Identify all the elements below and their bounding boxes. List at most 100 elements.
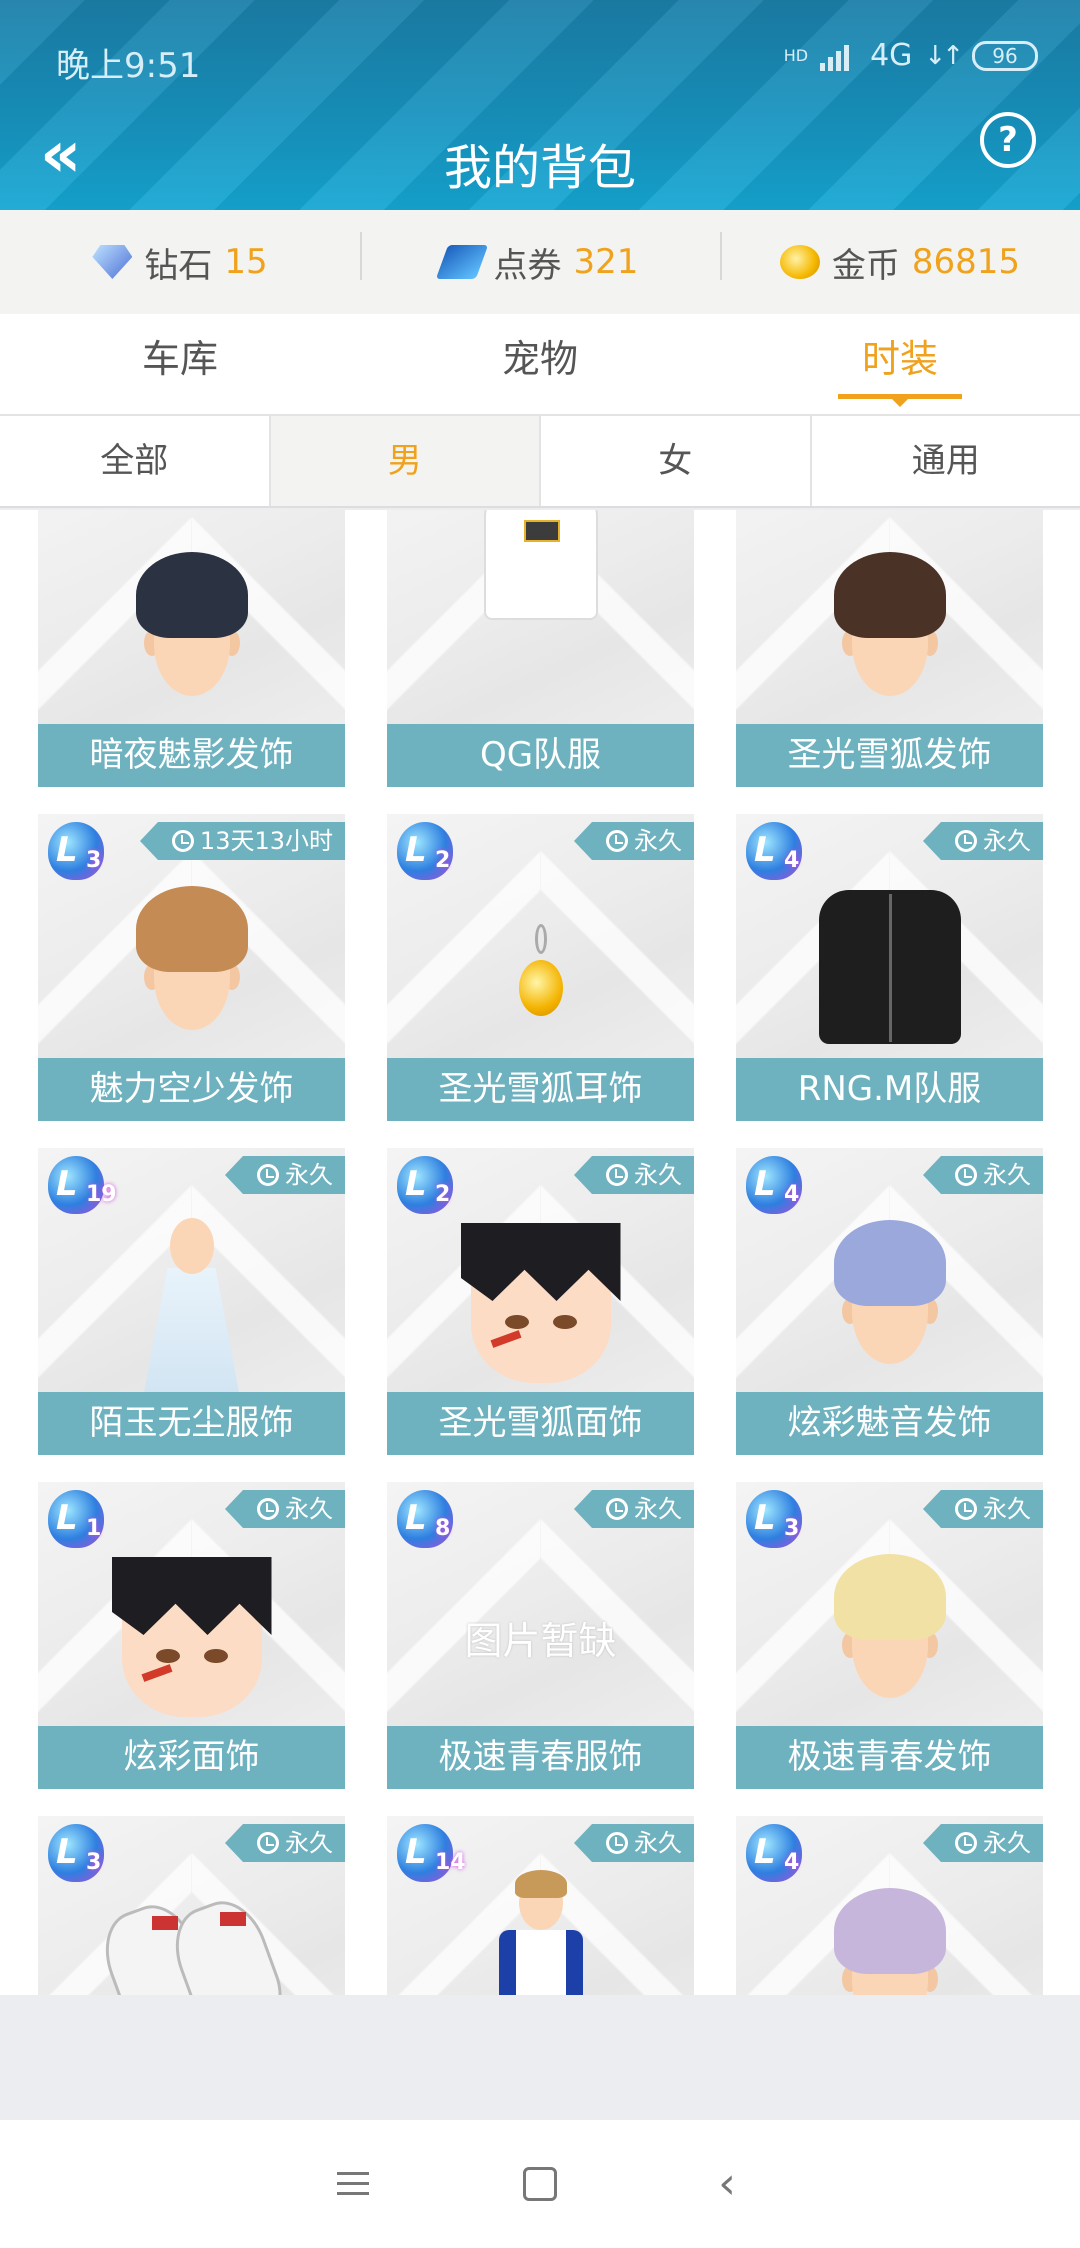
item-card[interactable]: 图片暂缺 L 8 永久 极速青春服饰: [387, 1482, 694, 1789]
item-card[interactable]: L 4 永久 炫彩魅音发饰: [736, 1148, 1043, 1455]
level-number: 1: [86, 1516, 102, 1541]
level-badge-icon: L8: [391, 1488, 469, 1550]
racer-outfit-image: [481, 1870, 601, 1995]
duration-tag: 永久: [923, 1490, 1043, 1528]
status-time: 晚上9:51: [56, 46, 201, 86]
level-badge-icon: L2: [391, 820, 469, 882]
currency-bar: 钻石 15 点券 321 金币 86815: [0, 210, 1080, 314]
item-card[interactable]: L 2 永久 圣光雪狐耳饰: [387, 814, 694, 1121]
item-card[interactable]: QG队服: [387, 510, 694, 787]
clock-icon: [171, 830, 194, 852]
duration-text: 永久: [983, 827, 1031, 855]
item-name: 圣光雪狐面饰: [387, 1392, 694, 1455]
subtab-universal[interactable]: 通用: [812, 416, 1080, 506]
clock-icon: [606, 1832, 628, 1854]
duration-tag: 永久: [923, 1156, 1043, 1194]
item-grid-viewport[interactable]: 暗夜魅影发饰 QG队服 圣光雪狐发饰 L 3 13天13小时 魅力空少发饰 L 2 永久 …: [0, 510, 1080, 1995]
duration-text: 永久: [634, 1161, 682, 1189]
currency-ticket: 点券 321: [360, 231, 720, 287]
duration-tag: 永久: [225, 1490, 345, 1528]
level-badge-icon: L2: [391, 1154, 469, 1216]
level-badge-icon: L3: [42, 1822, 120, 1884]
subtab-female[interactable]: 女: [541, 416, 812, 506]
level-badge-icon: L4: [740, 1822, 818, 1884]
currency-label: 钻石: [144, 245, 213, 286]
currency-value: 321: [573, 242, 639, 282]
duration-text: 永久: [285, 1161, 333, 1189]
network-label: 4G: [870, 38, 913, 73]
currency-label: 金币: [831, 245, 900, 286]
image-placeholder: 图片暂缺: [464, 1619, 617, 1663]
duration-tag: 永久: [574, 1824, 694, 1862]
item-card[interactable]: 暗夜魅影发饰: [38, 510, 345, 787]
item-card[interactable]: L 2 永久 圣光雪狐面饰: [387, 1148, 694, 1455]
clock-icon: [257, 1164, 279, 1186]
item-name: 炫彩魅音发饰: [736, 1392, 1043, 1455]
menu-icon[interactable]: [333, 2164, 373, 2204]
duration-tag: 永久: [574, 1490, 694, 1528]
tab-fashion[interactable]: 时装: [720, 314, 1080, 414]
item-card[interactable]: L 4 永久: [736, 1816, 1043, 1995]
earring-item-image: [511, 924, 571, 1034]
clock-icon: [955, 1164, 977, 1186]
face-item-image: [111, 1557, 272, 1717]
face-item-image: [460, 1223, 621, 1383]
currency-label: 点券: [493, 245, 562, 286]
level-number: 3: [86, 1850, 102, 1875]
level-number: 4: [784, 848, 800, 873]
jacket-item-image: [805, 884, 975, 1044]
active-tab-indicator: [838, 394, 962, 404]
system-nav-bar: ‹: [0, 2120, 1080, 2248]
level-number: 8: [435, 1516, 451, 1541]
duration-tag: 永久: [574, 822, 694, 860]
clock-icon: [257, 1498, 279, 1520]
status-icons: HD 4G ↓↑ 96: [784, 38, 1038, 73]
page-title: 我的背包: [443, 140, 636, 196]
level-badge-icon: L4: [740, 1154, 818, 1216]
coin-icon: [779, 245, 820, 279]
tab-fashion-label: 时装: [861, 337, 938, 381]
diamond-icon: [92, 245, 133, 279]
item-card[interactable]: L 1 永久 炫彩面饰: [38, 1482, 345, 1789]
duration-text: 永久: [634, 1495, 682, 1523]
item-card[interactable]: 圣光雪狐发饰: [736, 510, 1043, 787]
duration-tag: 13天13小时: [139, 822, 345, 860]
item-name: 极速青春发饰: [736, 1726, 1043, 1789]
currency-coin: 金币 86815: [720, 231, 1080, 287]
item-card[interactable]: L 14 永久: [387, 1816, 694, 1995]
item-card[interactable]: L 19 永久 陌玉无尘服饰: [38, 1148, 345, 1455]
clock-icon: [955, 830, 977, 852]
item-name: 极速青春服饰: [387, 1726, 694, 1789]
clock-icon: [606, 1164, 628, 1186]
level-badge-icon: L 14: [391, 1822, 469, 1884]
tab-garage[interactable]: 车库: [0, 314, 360, 414]
hair-item-image: [820, 552, 960, 712]
duration-text: 永久: [285, 1829, 333, 1857]
duration-text: 永久: [285, 1495, 333, 1523]
duration-tag: 永久: [574, 1156, 694, 1194]
item-name: RNG.M队服: [736, 1058, 1043, 1121]
sub-tabs: 全部 男 女 通用: [0, 416, 1080, 508]
item-name: 陌玉无尘服饰: [38, 1392, 345, 1455]
clock-icon: [955, 1832, 977, 1854]
subtab-male[interactable]: 男: [270, 416, 541, 506]
header: 晚上9:51 HD 4G ↓↑ 96 « 我的背包 ?: [0, 0, 1080, 210]
item-card[interactable]: L 3 13天13小时 魅力空少发饰: [38, 814, 345, 1121]
back-icon[interactable]: ‹: [707, 2162, 747, 2206]
item-card[interactable]: L 4 永久 RNG.M队服: [736, 814, 1043, 1121]
duration-text: 永久: [634, 827, 682, 855]
duration-text: 永久: [634, 1829, 682, 1857]
signal-icon: [820, 41, 858, 71]
help-button[interactable]: ?: [980, 112, 1036, 168]
subtab-all[interactable]: 全部: [0, 416, 271, 506]
home-icon[interactable]: [523, 2167, 557, 2201]
item-name: 魅力空少发饰: [38, 1058, 345, 1121]
item-card[interactable]: L 3 永久: [38, 1816, 345, 1995]
level-badge-icon: L 19: [42, 1154, 120, 1216]
item-card[interactable]: L 3 永久 极速青春发饰: [736, 1482, 1043, 1789]
bottom-spacer: [0, 1995, 1080, 2120]
level-badge-icon: L4: [740, 820, 818, 882]
hair-item-image: [122, 552, 262, 712]
tab-pets[interactable]: 宠物: [360, 314, 720, 414]
item-grid: 暗夜魅影发饰 QG队服 圣光雪狐发饰 L 3 13天13小时 魅力空少发饰 L 2 永久 …: [38, 510, 1043, 1995]
